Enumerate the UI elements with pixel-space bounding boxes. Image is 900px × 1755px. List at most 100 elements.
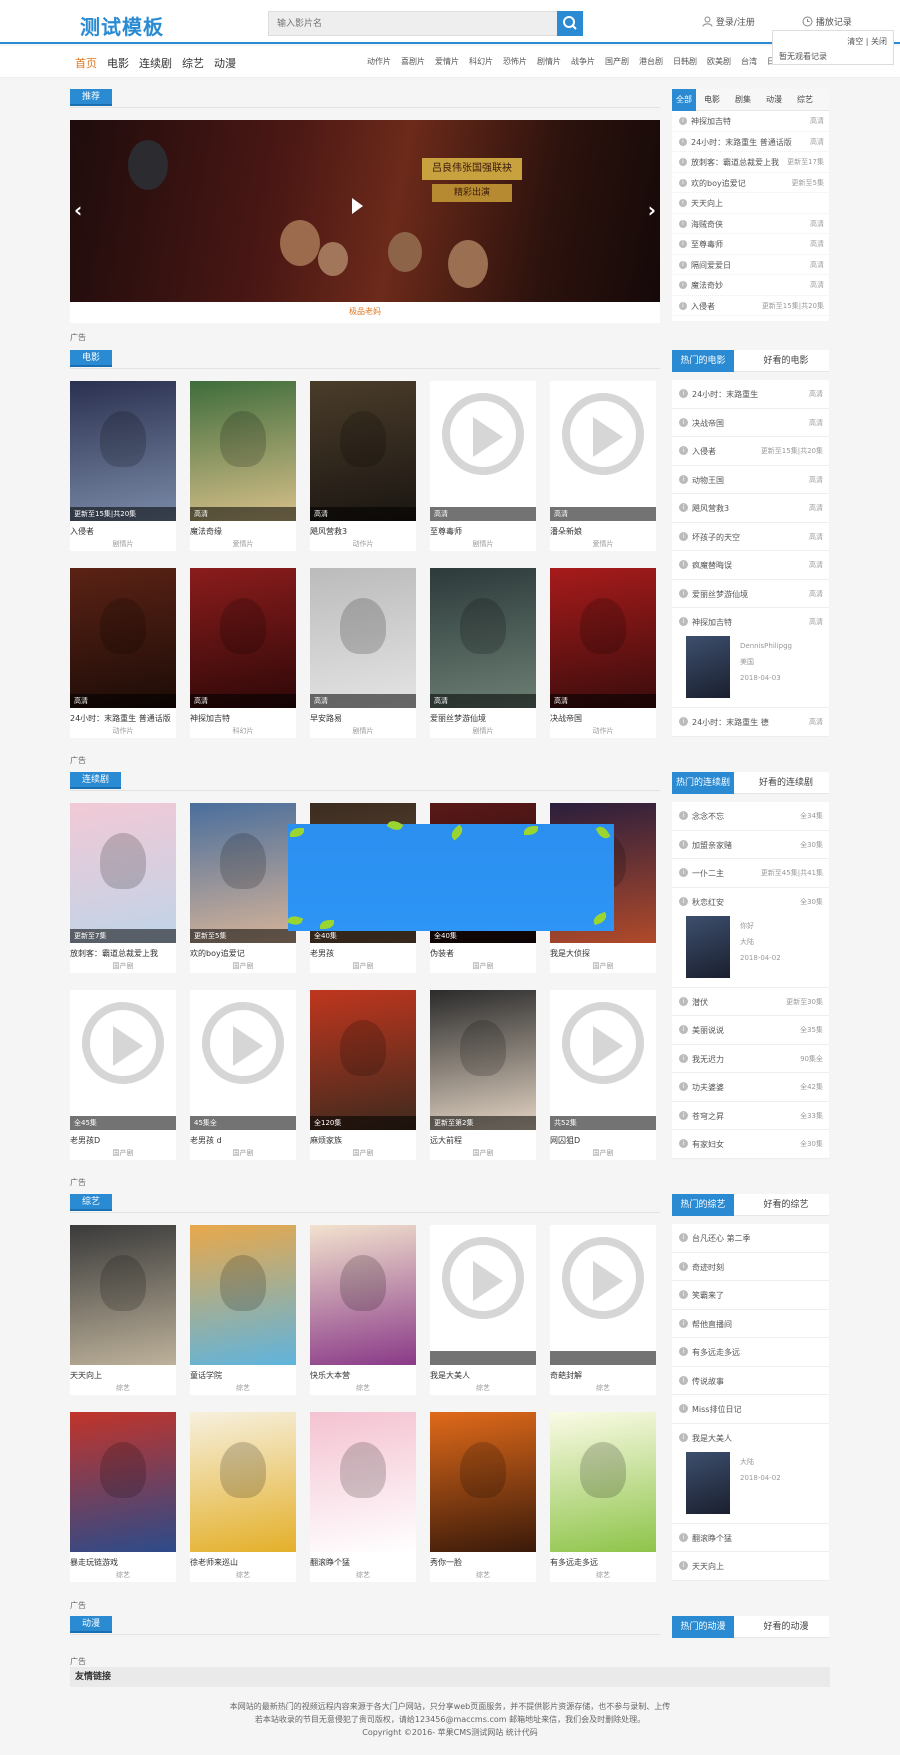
rank-item-name[interactable]: 决战帝国 bbox=[692, 418, 724, 429]
rank-item[interactable]: i 一仆二主 更新至45集|共41集 bbox=[672, 859, 829, 888]
poster-image[interactable] bbox=[310, 568, 416, 708]
poster-image[interactable] bbox=[430, 1225, 536, 1365]
rank-item-name[interactable]: 苍穹之昇 bbox=[692, 1111, 724, 1122]
side-list-item[interactable]: i 欢的boy追爱记 更新至5集 bbox=[672, 173, 829, 193]
rank-item-name[interactable]: 入侵者 bbox=[692, 446, 716, 457]
poster-title[interactable]: 入侵者 bbox=[70, 526, 176, 537]
poster-title[interactable]: 决战帝国 bbox=[550, 713, 656, 724]
recommend-slider[interactable]: 吕良伟张国强联袂 精彩出演 ‹ › 极品老妈 bbox=[70, 120, 660, 323]
search-input[interactable] bbox=[269, 12, 559, 35]
poster-card[interactable]: 快乐大本营 综艺 bbox=[310, 1225, 416, 1395]
history-link[interactable]: 播放记录 bbox=[802, 15, 852, 28]
poster-category[interactable]: 综艺 bbox=[190, 1570, 296, 1580]
side-list-item[interactable]: i 隔间爱爱日 高清 bbox=[672, 255, 829, 275]
poster-card[interactable]: 高清 爱丽丝梦游仙境 剧情片 bbox=[430, 568, 536, 738]
poster-title[interactable]: 我是大美人 bbox=[430, 1370, 536, 1381]
rank-tab[interactable]: 热门的连续剧 bbox=[672, 772, 734, 794]
variety-tag[interactable]: 综艺 bbox=[70, 1194, 113, 1211]
poster-image[interactable] bbox=[70, 568, 176, 708]
poster-card[interactable]: 高清 早安路易 剧情片 bbox=[310, 568, 416, 738]
nav-sub-item[interactable]: 欧美剧 bbox=[707, 57, 731, 66]
poster-category[interactable]: 国产剧 bbox=[430, 961, 536, 971]
side-item-name[interactable]: 隔间爱爱日 bbox=[691, 260, 731, 271]
rank-item-name[interactable]: 美丽说说 bbox=[692, 1025, 724, 1036]
rank-item[interactable]: i 潜伏 更新至30集 bbox=[672, 987, 829, 1016]
movie-tag[interactable]: 电影 bbox=[70, 350, 113, 367]
side-tab[interactable]: 动漫 bbox=[759, 89, 789, 111]
side-tab[interactable]: 全部 bbox=[672, 89, 696, 111]
site-logo[interactable]: 测试模板 bbox=[80, 11, 164, 40]
rank-item[interactable]: i 加盟亲家赌 全30集 bbox=[672, 830, 829, 859]
rank-item[interactable]: i 有家妇女 全30集 bbox=[672, 1130, 829, 1159]
rank-item[interactable]: i 天天向上 bbox=[672, 1552, 829, 1581]
poster-image[interactable] bbox=[190, 990, 296, 1130]
poster-category[interactable]: 综艺 bbox=[190, 1383, 296, 1393]
login-label[interactable]: 登录/注册 bbox=[716, 18, 755, 28]
anime-tag[interactable]: 动漫 bbox=[70, 1616, 113, 1633]
poster-card[interactable]: 我是大美人 综艺 bbox=[430, 1225, 536, 1395]
side-item-name[interactable]: 入侵者 bbox=[691, 301, 715, 312]
rank-item[interactable]: i 24小时：末路重生 德 高清 bbox=[672, 708, 829, 737]
rank-item[interactable]: i 传说故事 bbox=[672, 1366, 829, 1395]
nav-sub-item[interactable]: 恐怖片 bbox=[503, 57, 527, 66]
poster-title[interactable]: 奇葩封解 bbox=[550, 1370, 656, 1381]
poster-image[interactable] bbox=[310, 990, 416, 1130]
rank-item[interactable]: i 有多远走多远 bbox=[672, 1338, 829, 1367]
rank-item-poster[interactable] bbox=[686, 915, 730, 978]
poster-card[interactable]: 高清 神探加吉特 科幻片 bbox=[190, 568, 296, 738]
rank-item-name[interactable]: 功夫婆婆 bbox=[692, 1082, 724, 1093]
side-item-name[interactable]: 魔法奇妙 bbox=[691, 280, 723, 291]
poster-image[interactable] bbox=[550, 990, 656, 1130]
history-label[interactable]: 播放记录 bbox=[816, 18, 852, 28]
side-tab[interactable]: 电影 bbox=[697, 89, 727, 111]
rank-item-name[interactable]: 24小时：末路重生 德 bbox=[692, 717, 769, 728]
rank-item[interactable]: i 笑霸来了 bbox=[672, 1281, 829, 1310]
poster-title[interactable]: 有多远走多远 bbox=[550, 1557, 656, 1568]
rank-tab[interactable]: 好看的动漫 bbox=[750, 1616, 822, 1638]
rank-item[interactable]: i 飓风营救3 高清 bbox=[672, 494, 829, 523]
poster-card[interactable]: 秀你一脸 综艺 bbox=[430, 1412, 536, 1582]
side-list-item[interactable]: i 天天向上 bbox=[672, 193, 829, 214]
rank-tab[interactable]: 好看的连续剧 bbox=[750, 772, 822, 794]
nav-item[interactable]: 连续剧 bbox=[139, 57, 172, 70]
rank-item-name[interactable]: 奇迹时刻 bbox=[692, 1262, 724, 1273]
search-button[interactable] bbox=[557, 11, 583, 36]
rank-item[interactable]: i 苍穹之昇 全33集 bbox=[672, 1101, 829, 1130]
rank-tab[interactable]: 热门的电影 bbox=[672, 350, 734, 372]
nav-sub-item[interactable]: 日韩剧 bbox=[673, 57, 697, 66]
poster-card[interactable]: 45集全 老男孩 d 国产剧 bbox=[190, 990, 296, 1160]
rank-item[interactable]: i 功夫婆婆 全42集 bbox=[672, 1073, 829, 1102]
poster-image[interactable] bbox=[550, 1412, 656, 1552]
poster-image[interactable] bbox=[430, 381, 536, 521]
poster-category[interactable]: 国产剧 bbox=[190, 1148, 296, 1158]
poster-category[interactable]: 国产剧 bbox=[550, 961, 656, 971]
poster-category[interactable]: 综艺 bbox=[430, 1570, 536, 1580]
rank-item-poster[interactable] bbox=[686, 1451, 730, 1514]
poster-title[interactable]: 老男孩D bbox=[70, 1135, 176, 1146]
rank-item-name[interactable]: 加盟亲家赌 bbox=[692, 840, 732, 851]
poster-category[interactable]: 综艺 bbox=[310, 1570, 416, 1580]
poster-image[interactable] bbox=[190, 1412, 296, 1552]
poster-category[interactable]: 剧情片 bbox=[70, 539, 176, 549]
poster-image[interactable] bbox=[310, 1225, 416, 1365]
rank-tab[interactable]: 好看的综艺 bbox=[750, 1194, 822, 1216]
rank-item-name[interactable]: 爱丽丝梦游仙境 bbox=[692, 589, 748, 600]
poster-image[interactable] bbox=[550, 381, 656, 521]
poster-title[interactable]: 天天向上 bbox=[70, 1370, 176, 1381]
side-item-name[interactable]: 欢的boy追爱记 bbox=[691, 178, 746, 189]
poster-image[interactable] bbox=[550, 568, 656, 708]
poster-card[interactable]: 更新至15集|共20集 入侵者 剧情片 bbox=[70, 381, 176, 551]
poster-card[interactable]: 高清 潘朵新娘 爱情片 bbox=[550, 381, 656, 551]
side-item-name[interactable]: 神探加吉特 bbox=[691, 116, 731, 127]
nav-sub-item[interactable]: 战争片 bbox=[571, 57, 595, 66]
rank-item-name[interactable]: 念念不忘 bbox=[692, 811, 724, 822]
rank-item[interactable]: i 台凡还心 第二季 bbox=[672, 1224, 829, 1253]
rank-item-name[interactable]: 疯魔替晦误 bbox=[692, 560, 732, 571]
rank-item-name[interactable]: 我无迟力 bbox=[692, 1054, 724, 1065]
poster-card[interactable]: 高清 魔法奇缘 爱情片 bbox=[190, 381, 296, 551]
rank-item-name[interactable]: 有家妇女 bbox=[692, 1139, 724, 1150]
rank-item[interactable]: i 帮他直播间 bbox=[672, 1309, 829, 1338]
poster-image[interactable] bbox=[430, 990, 536, 1130]
poster-category[interactable]: 爱情片 bbox=[190, 539, 296, 549]
poster-card[interactable]: 翻滚睁个猛 综艺 bbox=[310, 1412, 416, 1582]
